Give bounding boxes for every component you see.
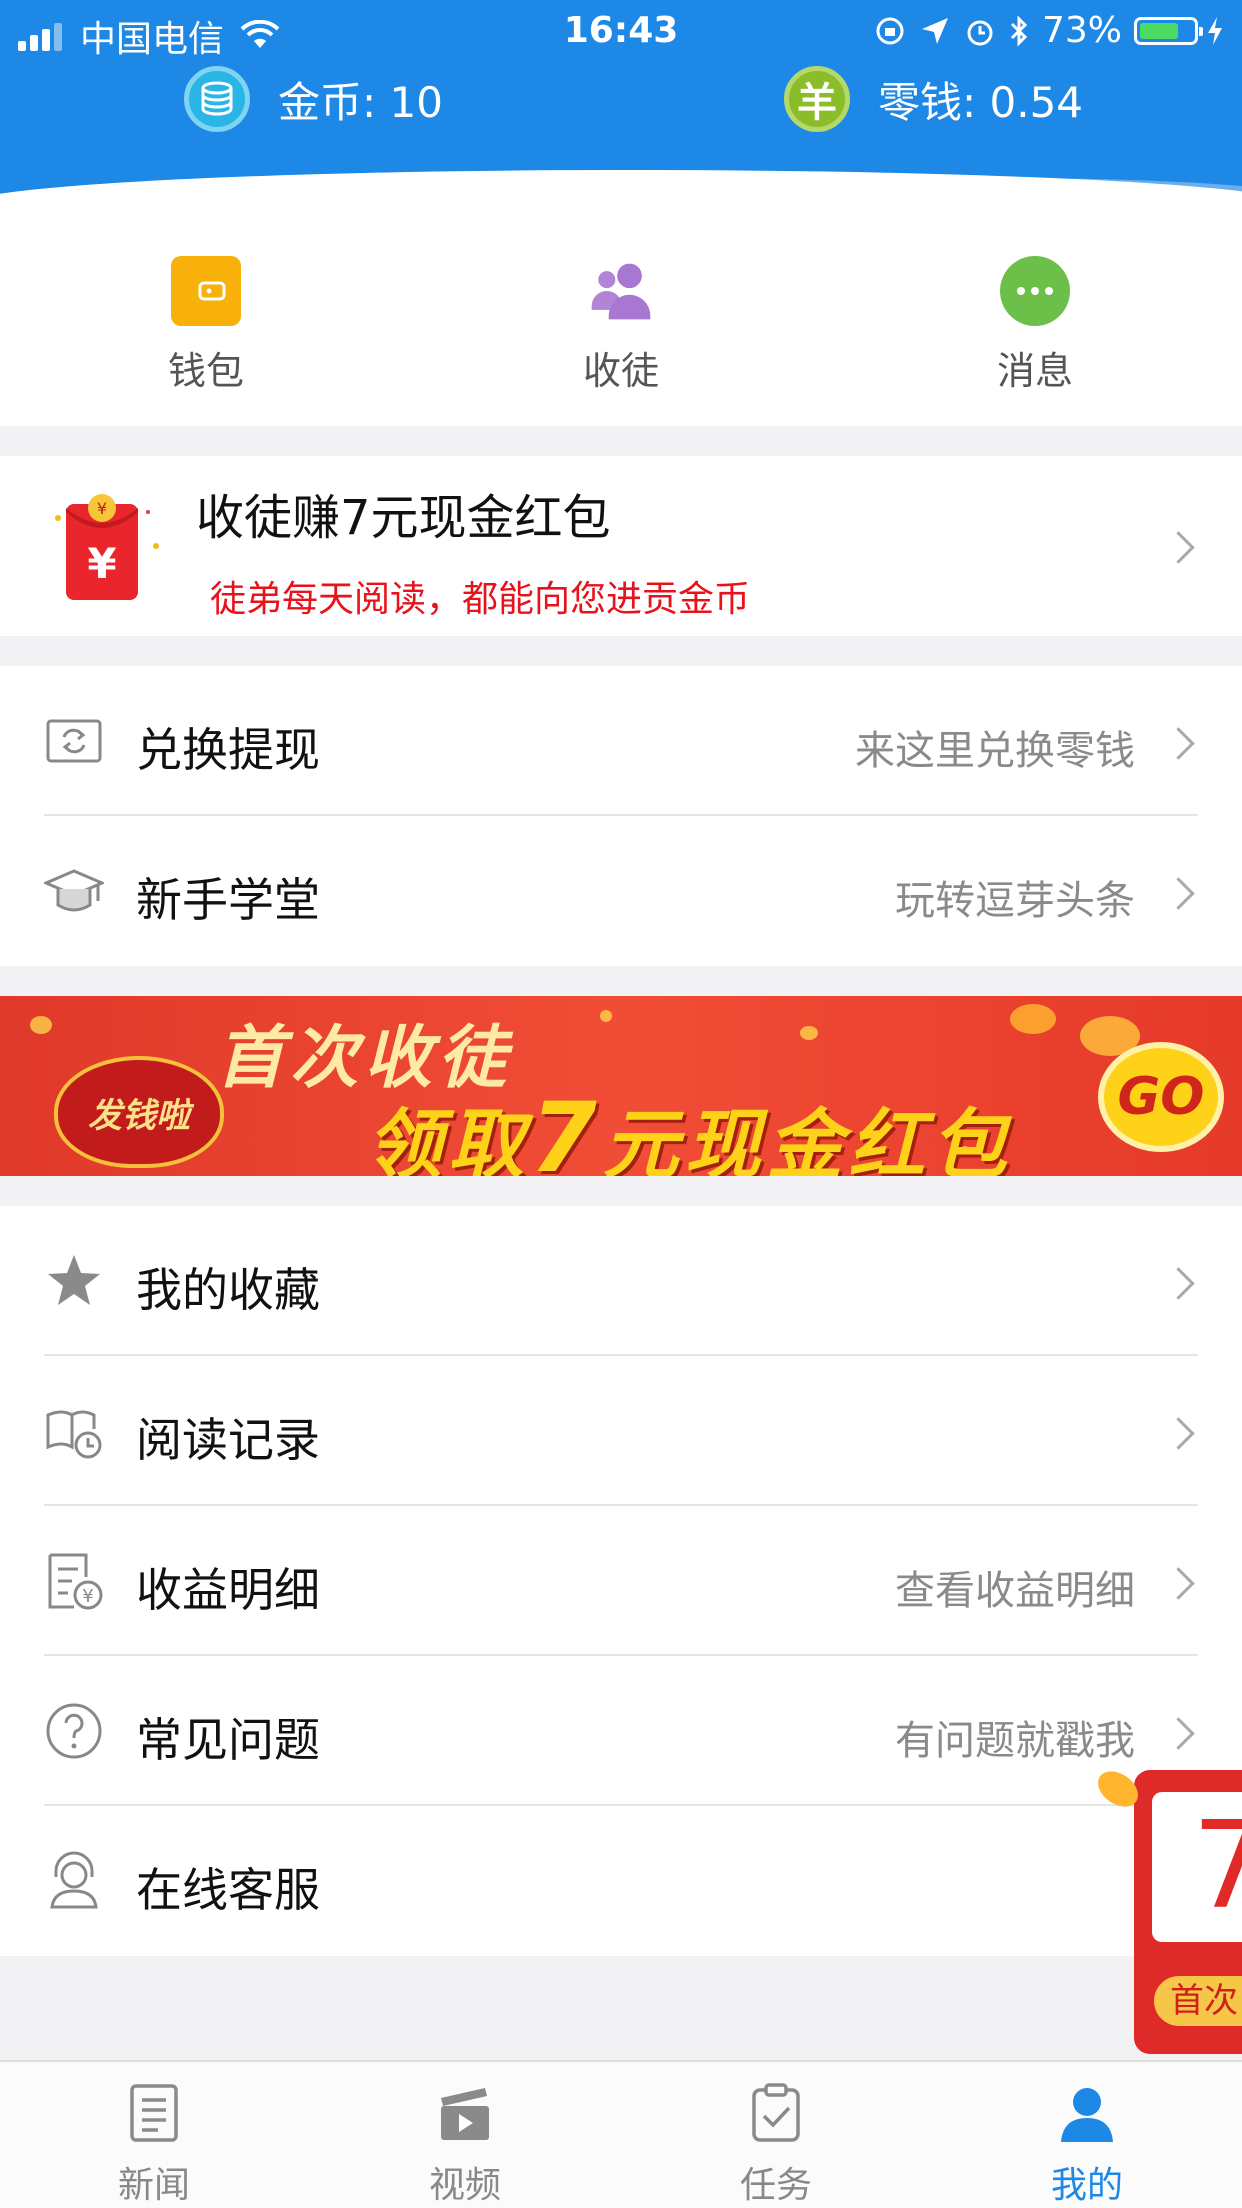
chevron-right-icon <box>1162 1717 1195 1750</box>
menu-item-income[interactable]: ¥ 收益明细 查看收益明细 <box>0 1506 1242 1656</box>
quick-action-label: 消息 <box>996 349 1073 393</box>
tab-label: 任务 <box>739 2165 812 2206</box>
menu-item-hint: 来这里兑换零钱 <box>855 728 1135 774</box>
menu-item-hint: 玩转逗芽头条 <box>895 878 1135 924</box>
chevron-right-icon <box>1162 1417 1195 1450</box>
menu-item-label: 在线客服 <box>136 1863 320 1917</box>
question-icon <box>46 1703 102 1759</box>
quick-action-apprentice[interactable]: 收徒 <box>501 256 741 395</box>
chevron-right-icon <box>1162 1567 1195 1600</box>
menu-item-label: 新手学堂 <box>136 873 320 927</box>
red-envelope-icon: ¥ ¥ <box>55 494 159 600</box>
message-icon <box>1000 256 1070 326</box>
quick-action-message[interactable]: 消息 <box>915 256 1155 395</box>
go-button[interactable]: GO <box>1098 1042 1224 1152</box>
gold-coins[interactable]: 金币: 10 <box>184 66 443 132</box>
chevron-right-icon <box>1162 727 1195 760</box>
menu-item-customer-service[interactable]: 在线客服 <box>0 1806 1242 1956</box>
svg-text:¥: ¥ <box>82 1586 93 1607</box>
menu-list-top: 兑换提现 来这里兑换零钱 新手学堂 玩转逗芽头条 <box>0 666 1242 966</box>
chevron-right-icon <box>1162 1267 1195 1300</box>
star-icon <box>48 1255 100 1305</box>
money-bag-icon: 发钱啦 <box>54 1056 224 1168</box>
reading-history-icon <box>46 1410 102 1459</box>
promo-subtitle: 徒弟每天阅读，都能向您进贡金币 <box>210 579 751 620</box>
exchange-icon <box>46 719 102 763</box>
promo-banner[interactable]: 发钱啦 首次收徒 领取7元现金红包 GO <box>0 996 1242 1176</box>
menu-item-label: 收益明细 <box>136 1563 320 1617</box>
tab-news[interactable]: 新闻 <box>74 2082 234 2208</box>
promo-title: 收徒赚7元现金红包 <box>196 490 611 546</box>
yuan-icon: 羊 <box>784 66 850 132</box>
chevron-right-icon <box>1162 877 1195 910</box>
menu-item-label: 常见问题 <box>136 1713 320 1767</box>
profile-icon <box>1061 2088 1113 2142</box>
wallet-icon <box>171 256 241 326</box>
menu-item-hint: 查看收益明细 <box>895 1568 1135 1614</box>
bluetooth-icon <box>1010 14 1028 47</box>
menu-item-exchange[interactable]: 兑换提现 来这里兑换零钱 <box>0 666 1242 816</box>
status-bar: 中国电信 16:43 73% <box>0 0 1242 62</box>
quick-actions: 钱包 收徒 消息 <box>0 208 1242 426</box>
banner-line2: 领取7元现金红包 <box>366 1082 1013 1176</box>
menu-item-faq[interactable]: 常见问题 有问题就戳我 <box>0 1656 1242 1806</box>
menu-item-label: 我的收藏 <box>136 1263 320 1317</box>
battery-level <box>1140 22 1178 39</box>
apprentice-promo[interactable]: ¥ ¥ 收徒赚7元现金红包 徒弟每天阅读，都能向您进贡金币 <box>0 456 1242 636</box>
menu-item-hint: 有问题就戳我 <box>895 1718 1135 1764</box>
quick-action-wallet[interactable]: 钱包 <box>86 256 326 395</box>
tab-bar: 新闻 视频 任务 我的 <box>0 2060 1242 2208</box>
customer-service-icon <box>50 1851 98 1909</box>
floating-envelope-number: 7 <box>1152 1792 1242 1942</box>
quick-action-label: 收徒 <box>582 349 659 393</box>
banner-line2-a: 领取 <box>366 1100 530 1176</box>
battery-percent: 73% <box>1041 10 1122 51</box>
menu-list-bottom: 我的收藏 阅读记录 ¥ 收益明细 查看收益明细 常见问题 有问题就戳我 在线客服 <box>0 1206 1242 1956</box>
task-icon <box>752 2083 800 2142</box>
coin-stack-icon <box>184 66 250 132</box>
menu-item-beginner[interactable]: 新手学堂 玩转逗芽头条 <box>0 816 1242 966</box>
envelope-yuan: ¥ <box>87 539 116 588</box>
menu-item-label: 阅读记录 <box>136 1413 320 1467</box>
floating-envelope-text: 首次 <box>1154 1976 1242 2026</box>
income-detail-icon: ¥ <box>48 1553 103 1610</box>
tab-label: 新闻 <box>117 2165 190 2206</box>
tab-label: 我的 <box>1050 2165 1123 2206</box>
menu-item-label: 兑换提现 <box>136 723 320 777</box>
banner-line2-b: 元现金红包 <box>602 1100 1013 1176</box>
alarm-icon <box>967 20 993 45</box>
battery-icon <box>1134 16 1203 45</box>
menu-item-favorites[interactable]: 我的收藏 <box>0 1206 1242 1356</box>
banner-line2-number: 7 <box>530 1082 603 1176</box>
change-balance[interactable]: 羊 零钱: 0.54 <box>784 66 1083 132</box>
news-icon <box>130 2084 178 2142</box>
graduation-cap-icon <box>44 869 104 912</box>
tab-video[interactable]: 视频 <box>385 2082 545 2208</box>
apprentice-icon <box>586 256 656 326</box>
header-wave <box>0 170 1242 208</box>
tab-label: 视频 <box>428 2165 501 2206</box>
tab-profile[interactable]: 我的 <box>1007 2082 1167 2208</box>
rotation-lock-icon <box>876 17 904 44</box>
menu-item-history[interactable]: 阅读记录 <box>0 1356 1242 1506</box>
chevron-right-icon <box>1162 531 1195 564</box>
change-balance-label: 零钱: 0.54 <box>878 77 1084 127</box>
header: 中国电信 16:43 73% 金币: 10 羊 零钱: 0.54 <box>0 0 1242 208</box>
tab-task[interactable]: 任务 <box>696 2082 856 2208</box>
svg-text:¥: ¥ <box>97 499 107 518</box>
video-icon <box>441 2088 489 2140</box>
floating-red-envelope[interactable]: 7 首次 <box>1134 1770 1242 2054</box>
gold-coins-label: 金币: 10 <box>278 77 443 127</box>
quick-action-label: 钱包 <box>167 349 244 393</box>
charging-icon <box>1208 16 1222 45</box>
location-icon <box>921 17 948 44</box>
